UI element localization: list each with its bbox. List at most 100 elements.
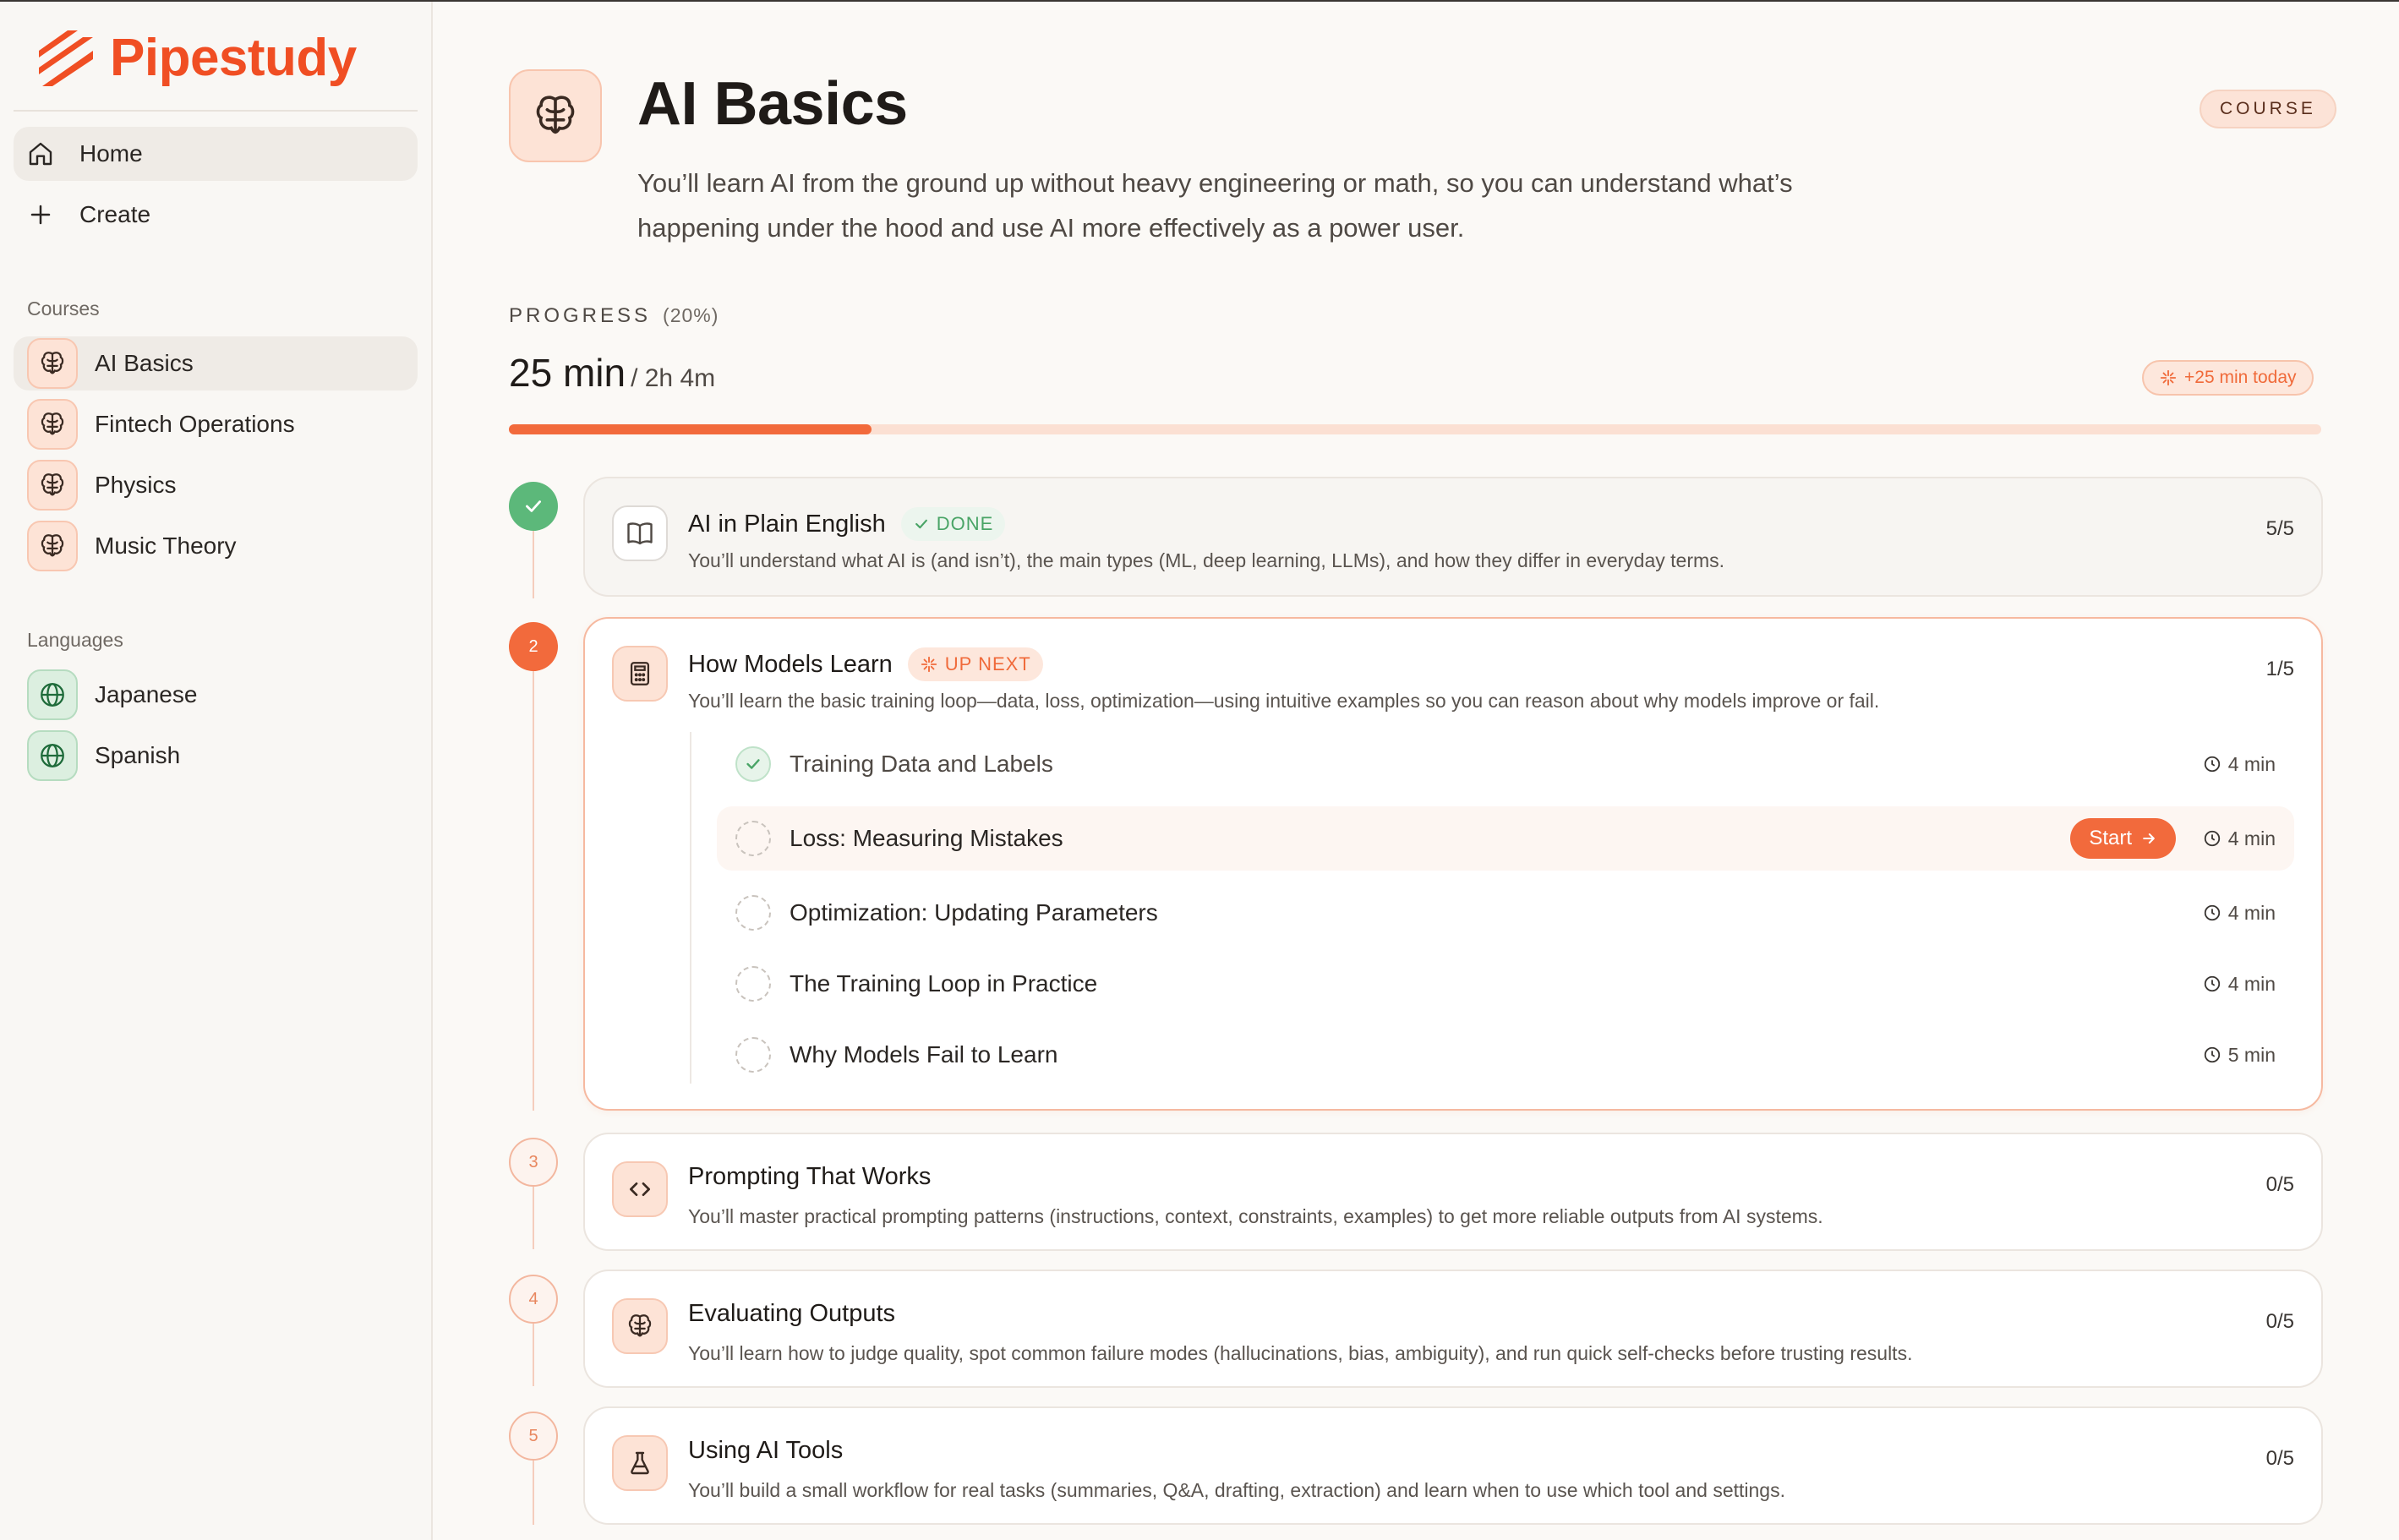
lesson-pending-icon [735, 1037, 771, 1073]
module-4-status-dot: 4 [509, 1275, 558, 1324]
module-number: 5 [528, 1426, 538, 1445]
sidebar-course-music-theory[interactable]: Music Theory [14, 519, 418, 573]
module-title: Evaluating Outputs [688, 1300, 895, 1328]
nav-home[interactable]: Home [14, 127, 418, 181]
pipestudy-logo-icon [39, 30, 93, 86]
timeline-line [533, 1461, 534, 1525]
languages-section-label: Languages [27, 629, 123, 651]
lesson-duration-text: 4 min [2227, 752, 2276, 775]
module-title: Prompting That Works [688, 1163, 931, 1191]
brand-name: Pipestudy [110, 28, 357, 87]
lesson-duration-text: 4 min [2227, 901, 2276, 924]
nav-home-label: Home [79, 140, 143, 167]
timeline-line [533, 1187, 534, 1249]
module-progress-count: 0/5 [2265, 1310, 2294, 1333]
lesson-title: The Training Loop in Practice [790, 970, 1098, 997]
flask-icon [612, 1435, 668, 1491]
module-title-text: How Models Learn [688, 650, 893, 678]
lesson-title: Loss: Measuring Mistakes [790, 825, 1063, 851]
module-title-text: Evaluating Outputs [688, 1300, 896, 1327]
lesson-duration-text: 4 min [2227, 827, 2276, 849]
lesson-item-why-models-fail-to-learn[interactable]: Why Models Fail to Learn 5 min [717, 1023, 2294, 1087]
module-card-how-models-learn[interactable]: How Models Learn UP NEXT You’ll learn th… [583, 617, 2323, 1111]
lesson-item-the-training-loop-in-practice[interactable]: The Training Loop in Practice 4 min [717, 952, 2294, 1016]
lesson-duration-text: 5 min [2227, 1043, 2276, 1066]
module-title-text: Prompting That Works [688, 1163, 932, 1190]
lesson-duration: 4 min [2203, 973, 2276, 996]
sparkle-icon [2159, 369, 2178, 387]
main-content: AI Basics COURSE You’ll learn AI from th… [434, 2, 2399, 1540]
lesson-title: Training Data and Labels [790, 751, 1053, 777]
brain-icon [27, 521, 78, 571]
status-badge-text: UP NEXT [944, 653, 1031, 674]
lesson-item-loss-measuring-mistakes[interactable]: Loss: Measuring Mistakes Start 4 min [717, 806, 2294, 871]
sidebar-course-fintech-operations[interactable]: Fintech Operations [14, 397, 418, 451]
sidebar-language-label: Japanese [95, 681, 198, 707]
status-badge: UP NEXT [907, 647, 1043, 681]
module-progress-count: 0/5 [2265, 1447, 2294, 1470]
sidebar-language-label: Spanish [95, 742, 181, 768]
today-badge: +25 min today [2142, 360, 2314, 396]
module-card-evaluating-outputs[interactable]: Evaluating Outputs You’ll learn how to j… [583, 1270, 2323, 1388]
globe-icon [27, 730, 78, 781]
sidebar-course-label: Music Theory [95, 532, 237, 559]
brain-icon [27, 399, 78, 450]
clock-icon [2204, 756, 2220, 773]
sidebar-course-label: Fintech Operations [95, 411, 295, 437]
start-lesson-button[interactable]: Start [2070, 818, 2176, 859]
module-description: You’ll learn the basic training loop—dat… [688, 690, 1880, 712]
progress-total: / 2h 4m [631, 364, 716, 392]
lesson-pending-icon [735, 895, 771, 931]
brain-icon [27, 338, 78, 389]
start-lesson-label: Start [2089, 827, 2132, 849]
sidebar-course-label: Physics [95, 472, 177, 498]
lesson-duration: 4 min [2203, 902, 2276, 925]
module-progress-count: 5/5 [2265, 517, 2294, 540]
sidebar-course-physics[interactable]: Physics [14, 458, 418, 512]
module-title: How Models Learn UP NEXT [688, 647, 1043, 681]
status-badge-text: DONE [936, 513, 994, 534]
module-description: You’ll build a small workflow for real t… [688, 1479, 1785, 1501]
lesson-rail [690, 732, 691, 1084]
sidebar-course-label: AI Basics [95, 350, 194, 376]
module-description: You’ll master practical prompting patter… [688, 1205, 1823, 1227]
sidebar-language-spanish[interactable]: Spanish [14, 729, 418, 783]
lesson-duration: 4 min [2203, 753, 2276, 776]
course-description: You’ll learn AI from the ground up witho… [637, 168, 1793, 243]
module-1-status-dot [509, 482, 558, 531]
brain-icon [509, 69, 602, 162]
progress-bar [509, 424, 2321, 434]
lesson-pending-icon [735, 821, 771, 856]
arrow-right-icon [2143, 833, 2155, 844]
nav-create-label: Create [79, 201, 151, 227]
page-title: AI Basics [637, 70, 908, 138]
module-progress-count: 0/5 [2265, 1173, 2294, 1196]
lesson-duration: 5 min [2203, 1044, 2276, 1067]
sidebar-language-japanese[interactable]: Japanese [14, 668, 418, 722]
logo[interactable]: Pipestudy [34, 24, 357, 91]
plus-icon [25, 199, 56, 230]
progress-elapsed: 25 min [509, 351, 626, 395]
module-5-status-dot: 5 [509, 1412, 558, 1461]
courses-section-label: Courses [27, 298, 100, 319]
module-progress-count: 1/5 [2265, 658, 2294, 680]
sidebar: Pipestudy Home Create Courses AI Basics … [0, 2, 433, 1540]
lesson-pending-icon [735, 966, 771, 1002]
timeline-line [533, 1324, 534, 1386]
clock-icon [2204, 830, 2220, 847]
module-card-prompting-that-works[interactable]: Prompting That Works You’ll master pract… [583, 1133, 2323, 1251]
progress-percent: (20%) [663, 304, 719, 326]
check-icon [915, 519, 927, 529]
progress-bar-fill [509, 424, 872, 434]
module-3-status-dot: 3 [509, 1138, 558, 1187]
module-card-using-ai-tools[interactable]: Using AI Tools You’ll build a small work… [583, 1406, 2323, 1525]
nav-create[interactable]: Create [14, 188, 418, 242]
module-card-ai-in-plain-english[interactable]: AI in Plain English DONE You’ll understa… [583, 477, 2323, 597]
sidebar-course-ai-basics[interactable]: AI Basics [14, 336, 418, 390]
globe-icon [27, 669, 78, 720]
lesson-item-optimization-updating-parameters[interactable]: Optimization: Updating Parameters 4 min [717, 881, 2294, 945]
timeline-line [533, 671, 534, 1111]
lesson-item-training-data-and-labels[interactable]: Training Data and Labels 4 min [717, 732, 2294, 796]
module-title: Using AI Tools [688, 1437, 843, 1465]
module-2-status-dot: 2 [509, 622, 558, 671]
